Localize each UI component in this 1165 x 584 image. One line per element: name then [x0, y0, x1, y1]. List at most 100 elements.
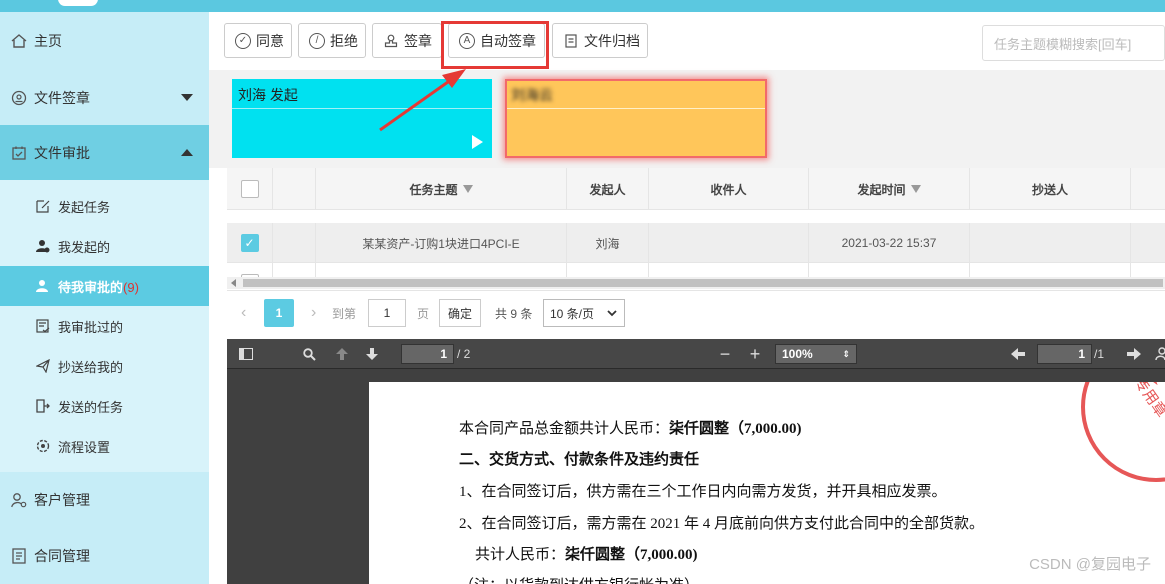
contract-line: （注：以货款到达供方银行帐为准） — [459, 574, 699, 584]
zoom-select[interactable]: 100% ⇕ — [775, 344, 857, 364]
header-checkbox-cell — [227, 168, 273, 210]
home-icon — [10, 32, 28, 50]
row-checkbox[interactable]: ✓ — [240, 234, 259, 252]
contract-section-heading: 二、交货方式、付款条件及违约责任 — [459, 452, 700, 468]
task-table: 任务主题 发起人 收件人 发起时间 抄送人 ✓ 某某资产-订购1块进口4PCI-… — [227, 168, 1165, 288]
nav-contract-label: 合同管理 — [34, 548, 90, 564]
table-row[interactable]: ✓ 某某资产-订购1块进口4PCI-E 刘海 2021-03-22 15:37 — [227, 223, 1165, 263]
prev-page-icon[interactable]: ‹ — [241, 299, 246, 327]
send-icon — [34, 357, 52, 375]
flow-card-label: 刘海 发起 — [238, 87, 298, 103]
sub-start-task[interactable]: 发起任务 — [0, 186, 209, 226]
watermark: CSDN @复园电子 — [1029, 556, 1151, 573]
agree-label: 同意 — [256, 32, 284, 49]
flow-card-initiated[interactable]: 刘海 发起 — [232, 79, 492, 158]
ban-icon: / — [309, 32, 325, 49]
archive-button[interactable]: 文件归档 — [552, 23, 648, 58]
flow-card-current[interactable]: 刘海云 — [505, 79, 767, 158]
task-search-input[interactable]: 任务主题模糊搜索[回车] — [982, 25, 1165, 61]
archive-icon — [563, 33, 579, 49]
check-circle-icon: ✓ — [235, 32, 251, 49]
archive-label: 文件归档 — [584, 32, 640, 49]
page-size-select[interactable]: 10 条/页 — [543, 299, 625, 327]
seal-text: 合同专用章 — [1113, 382, 1165, 421]
sub-cc-me[interactable]: 抄送给我的 — [0, 346, 209, 386]
header-subject-label: 任务主题 — [409, 182, 458, 197]
header-cc-label: 抄送人 — [1031, 182, 1068, 197]
contract-line: 共计人民币：柒仟圆整（7,000.00) — [475, 543, 698, 564]
sub-sent-tasks[interactable]: 发送的任务 — [0, 386, 209, 426]
zoom-in-icon[interactable]: + — [747, 344, 763, 364]
next-page-arrow-icon[interactable] — [363, 344, 381, 364]
user-icon — [34, 277, 52, 295]
sub-my-started[interactable]: 我发起的 — [0, 226, 209, 266]
sub-my-started-label: 我发起的 — [58, 239, 111, 255]
header-time[interactable]: 发起时间 — [809, 168, 970, 210]
row-checkbox-cell: ✓ — [227, 223, 273, 263]
chevron-up-icon — [181, 149, 193, 156]
search-icon[interactable] — [300, 344, 318, 364]
stamp-icon — [383, 33, 399, 49]
sign-button[interactable]: 签章 — [372, 23, 442, 58]
pagination: ‹ 1 › 到第 1 页 确定 共 9 条 10 条/页 — [227, 290, 1165, 334]
next-page-icon[interactable]: › — [311, 299, 316, 327]
card-divider — [232, 108, 492, 109]
settings-icon — [34, 437, 52, 455]
sub-pending-label: 待我审批的(9) — [58, 277, 139, 296]
nav-contract[interactable]: 合同管理 — [0, 528, 209, 584]
zoom-out-icon[interactable]: − — [717, 344, 733, 364]
nav-file-approve[interactable]: 文件审批 — [0, 125, 209, 180]
horizontal-scrollbar[interactable] — [227, 277, 1165, 289]
action-toolbar: ✓ 同意 / 拒绝 签章 A 自动签章 文件归档 任务主题模糊搜索[回车] — [209, 12, 1165, 70]
pdf-viewer: 1 / 2 − + 100% ⇕ 1 /1 本合同产品总金额共计人民币：柒仟圆整… — [227, 339, 1165, 584]
logo-fragment — [58, 0, 98, 6]
sub-flow-settings[interactable]: 流程设置 — [0, 426, 209, 466]
total-count: 共 9 条 — [495, 306, 533, 321]
filter-icon[interactable] — [910, 185, 921, 193]
arrow-left-icon[interactable] — [1009, 344, 1027, 364]
filter-icon[interactable] — [462, 185, 473, 193]
flow-cards: 刘海 发起 刘海云 — [209, 70, 1165, 168]
document-check-icon — [34, 317, 52, 335]
pdf-page-input-right[interactable]: 1 — [1037, 344, 1092, 364]
header-subject[interactable]: 任务主题 — [316, 168, 567, 210]
nav-home[interactable]: 主页 — [0, 12, 209, 70]
sub-start-task-label: 发起任务 — [58, 199, 111, 215]
header-receiver-label: 收件人 — [710, 182, 747, 197]
header-initiator-label: 发起人 — [589, 182, 626, 197]
goto-confirm-button[interactable]: 确定 — [439, 299, 482, 327]
search-placeholder: 任务主题模糊搜索[回车] — [994, 36, 1132, 52]
select-all-checkbox[interactable] — [240, 180, 259, 198]
scroll-left-icon[interactable] — [231, 279, 236, 287]
card-divider — [507, 108, 765, 109]
scrollbar-thumb[interactable] — [243, 279, 1163, 287]
prev-page-arrow-icon[interactable] — [333, 344, 351, 364]
agree-button[interactable]: ✓ 同意 — [224, 23, 292, 58]
arrow-right-icon[interactable] — [1125, 344, 1143, 364]
row-cc — [970, 223, 1131, 263]
page-1-button[interactable]: 1 — [264, 299, 294, 327]
play-icon[interactable] — [472, 135, 483, 149]
pdf-page-input[interactable]: 1 — [401, 344, 454, 364]
pdf-toolbar: 1 / 2 − + 100% ⇕ 1 /1 — [227, 339, 1165, 369]
sign-label: 签章 — [404, 32, 432, 49]
sidebar-toggle-icon[interactable] — [237, 344, 255, 364]
contract-line: 本合同产品总金额共计人民币：柒仟圆整（7,000.00) — [459, 417, 802, 438]
edit-icon — [34, 197, 52, 215]
sub-pending[interactable]: 待我审批的(9) — [0, 266, 209, 306]
goto-page-input[interactable]: 1 — [368, 299, 406, 327]
pending-label-text: 待我审批的 — [58, 279, 124, 295]
top-bar — [0, 0, 1165, 12]
document-icon — [10, 547, 28, 565]
nav-customer-label: 客户管理 — [34, 492, 90, 508]
nav-customer[interactable]: 客户管理 — [0, 472, 209, 528]
sidebar: 主页 文件签章 文件审批 发起任务 我发起的 待我审批的(9) 我审批过的 抄送… — [0, 12, 209, 584]
user-icon[interactable] — [1155, 344, 1165, 364]
nav-file-sign[interactable]: 文件签章 — [0, 70, 209, 125]
sub-approved[interactable]: 我审批过的 — [0, 306, 209, 346]
reject-button[interactable]: / 拒绝 — [298, 23, 366, 58]
flow-card-label: 刘海云 — [511, 87, 553, 103]
company-seal: ★ 合同专用章 — [1081, 382, 1165, 482]
user-icon — [34, 237, 52, 255]
updown-icon: ⇕ — [842, 348, 850, 359]
